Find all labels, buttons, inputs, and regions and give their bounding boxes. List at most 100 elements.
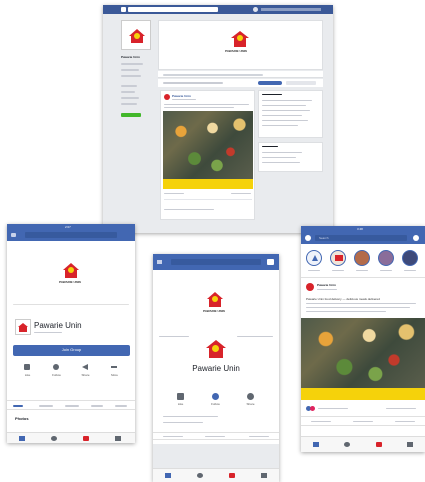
phone-left-screenshot: 2:07 PAWARIE UNIN Pawarie Unin Join Grou… bbox=[7, 224, 135, 443]
left-profile-pic[interactable] bbox=[15, 319, 31, 335]
center-cover: PAWARIE UNIN bbox=[153, 270, 279, 332]
right-search-placeholder: Search bbox=[319, 236, 329, 240]
right-food-image[interactable] bbox=[301, 318, 425, 388]
center-groups-icon[interactable] bbox=[197, 473, 203, 478]
facebook-logo-icon[interactable] bbox=[121, 7, 126, 12]
center-avatar-sun-icon bbox=[212, 345, 219, 352]
home-icon[interactable] bbox=[19, 436, 25, 441]
story-3[interactable] bbox=[378, 250, 394, 266]
center-actions: Like Follow Share bbox=[163, 392, 269, 410]
center-follow-icon bbox=[212, 393, 219, 400]
post-author[interactable]: Pawarie Unin bbox=[172, 94, 191, 98]
desktop-send-message-button[interactable] bbox=[258, 81, 282, 85]
post-avatar[interactable] bbox=[164, 94, 170, 100]
cover-brand-text: PAWARIE UNIN bbox=[225, 49, 247, 53]
nav-profile-icon[interactable] bbox=[253, 7, 258, 12]
post-food-image[interactable] bbox=[163, 111, 253, 179]
center-action-like[interactable]: Like bbox=[163, 392, 198, 410]
center-page-name: Pawarie Unin bbox=[192, 364, 240, 373]
story-add[interactable] bbox=[306, 250, 322, 266]
desktop-like-button[interactable] bbox=[286, 81, 316, 85]
post-yellow-banner bbox=[163, 179, 253, 189]
left-action-follow-label: Follow bbox=[52, 373, 61, 377]
center-notifications-icon[interactable] bbox=[229, 473, 235, 478]
desktop-tab-bar bbox=[158, 71, 323, 78]
post-reaction-bar[interactable] bbox=[164, 199, 252, 204]
right-groups-icon[interactable] bbox=[344, 442, 350, 447]
right-stories-row bbox=[301, 246, 425, 278]
center-action-follow-label: Follow bbox=[211, 402, 220, 406]
left-primary-button[interactable]: Join Group bbox=[13, 345, 130, 356]
right-camera-icon[interactable] bbox=[305, 235, 311, 241]
left-page-name: Pawarie Unin bbox=[34, 321, 82, 330]
more-icon bbox=[111, 366, 117, 368]
phone-center-screenshot: PAWARIE UNIN Pawarie Unin Like Follow Sh… bbox=[153, 254, 279, 482]
desktop-cover-photo: PAWARIE UNIN bbox=[158, 20, 323, 70]
center-feed-area bbox=[153, 444, 279, 468]
like-icon bbox=[24, 364, 30, 370]
center-action-share[interactable]: Share bbox=[233, 392, 268, 410]
left-avatar-body-icon bbox=[19, 327, 27, 332]
right-menu-icon[interactable] bbox=[407, 442, 413, 447]
right-time: 3:48 bbox=[357, 227, 363, 231]
center-camera-icon[interactable] bbox=[267, 259, 274, 265]
nav-links[interactable] bbox=[261, 8, 321, 11]
center-action-share-label: Share bbox=[246, 402, 255, 406]
left-action-follow[interactable]: Follow bbox=[42, 362, 71, 380]
notifications-icon[interactable] bbox=[83, 436, 89, 441]
left-action-more-label: More bbox=[111, 373, 118, 377]
left-time: 2:07 bbox=[65, 225, 71, 229]
left-tab-strip[interactable] bbox=[7, 400, 135, 410]
right-nav-bar: Search bbox=[301, 232, 425, 244]
left-back-icon[interactable] bbox=[11, 233, 16, 237]
center-logo-sun-icon bbox=[212, 296, 218, 302]
center-like-icon bbox=[177, 393, 184, 400]
desktop-profile-pic[interactable] bbox=[121, 20, 151, 50]
center-search-input[interactable] bbox=[171, 259, 261, 265]
story-1[interactable] bbox=[330, 250, 346, 266]
left-actions: Like Follow Share More bbox=[13, 362, 130, 382]
share-icon bbox=[82, 364, 88, 370]
left-brand-text: PAWARIE UNIN bbox=[59, 280, 81, 284]
left-action-like[interactable]: Like bbox=[13, 362, 42, 380]
desktop-search-input[interactable] bbox=[128, 7, 218, 12]
desktop-page-name: Pawarie Unin bbox=[121, 55, 140, 59]
desktop-action-row bbox=[158, 79, 323, 87]
center-home-icon[interactable] bbox=[165, 473, 171, 478]
left-action-like-label: Like bbox=[24, 373, 31, 377]
right-reactions[interactable] bbox=[306, 406, 420, 412]
right-home-icon[interactable] bbox=[313, 442, 319, 447]
desktop-screenshot: Pawarie Unin PAWARIE UNIN Pawarie Unin bbox=[103, 5, 333, 233]
left-action-more[interactable]: More bbox=[100, 362, 129, 380]
left-search-input[interactable] bbox=[25, 232, 117, 238]
story-4[interactable] bbox=[402, 250, 418, 266]
about-card bbox=[258, 90, 323, 138]
right-messenger-icon[interactable] bbox=[413, 235, 419, 241]
desktop-create-button[interactable] bbox=[121, 113, 141, 117]
left-action-share-label: Share bbox=[81, 373, 90, 377]
center-back-icon[interactable] bbox=[157, 260, 162, 264]
right-post-author[interactable]: Pawarie Unin bbox=[317, 283, 336, 287]
info-card bbox=[258, 142, 323, 172]
center-action-like-label: Like bbox=[177, 402, 184, 406]
left-bottom-nav bbox=[7, 432, 135, 443]
left-action-share[interactable]: Share bbox=[71, 362, 100, 380]
center-brand-text: PAWARIE UNIN bbox=[203, 309, 225, 313]
right-notifications-icon[interactable] bbox=[376, 442, 382, 447]
center-top-bar bbox=[153, 254, 279, 270]
right-post-avatar[interactable] bbox=[306, 283, 314, 291]
brand-logo-sun-icon bbox=[134, 33, 140, 39]
left-cover: PAWARIE UNIN bbox=[7, 241, 135, 303]
right-yellow-banner bbox=[301, 388, 425, 400]
center-action-follow[interactable]: Follow bbox=[198, 392, 233, 410]
cover-logo-sun-icon bbox=[237, 35, 243, 41]
story-1-logo-icon bbox=[335, 255, 343, 261]
story-2[interactable] bbox=[354, 250, 370, 266]
right-search-input[interactable]: Search bbox=[315, 235, 407, 241]
left-section-title: Photos bbox=[15, 417, 29, 421]
center-profile-pic[interactable] bbox=[203, 338, 229, 360]
menu-icon[interactable] bbox=[115, 436, 121, 441]
center-menu-icon[interactable] bbox=[261, 473, 267, 478]
desktop-top-bar bbox=[103, 5, 333, 14]
groups-icon[interactable] bbox=[51, 436, 57, 441]
